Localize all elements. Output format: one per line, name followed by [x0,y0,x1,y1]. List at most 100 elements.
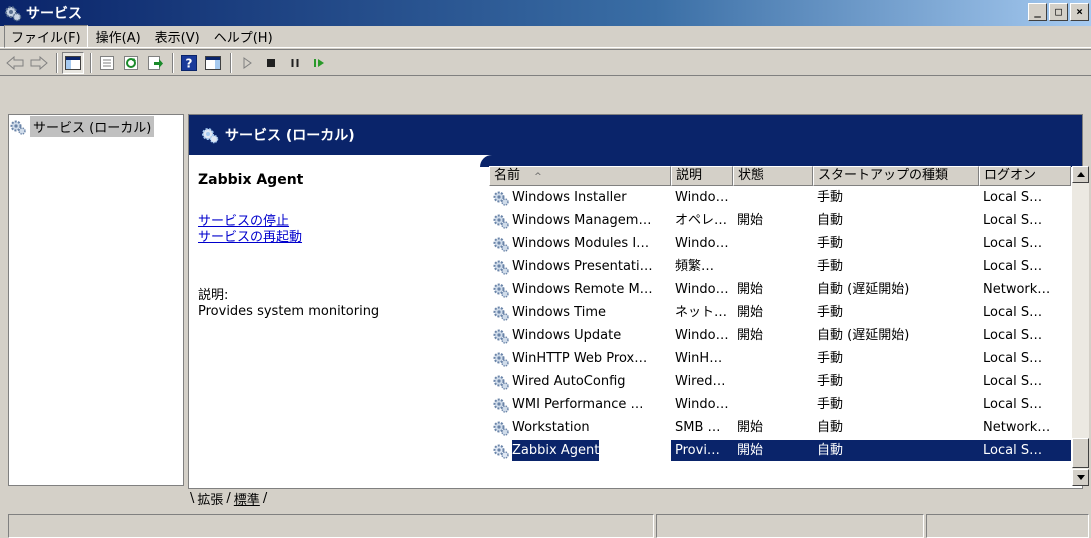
export-list-button[interactable] [144,52,166,74]
scroll-up-button[interactable] [1072,166,1089,183]
service-gear-icon [493,352,509,367]
menu-bar: ファイル(F) 操作(A) 表示(V) ヘルプ(H) [0,25,1091,48]
cell-logon: Network… [983,420,1051,435]
cell-startup: 自動 (遅延開始) [817,328,910,343]
service-gear-icon [493,306,509,321]
forward-button[interactable] [28,52,50,74]
tab-standard[interactable]: 標準 [231,489,263,508]
table-row[interactable]: Wired AutoConfig Wired… 手動 Local S… [489,370,1071,393]
service-name: Zabbix Agent [512,440,600,461]
column-header-name[interactable]: 名前 ^ [489,166,671,186]
table-row[interactable]: Workstation SMB … 開始 自動 Network… [489,416,1071,439]
scrollbar-thumb[interactable] [1072,438,1089,468]
tab-divider: / [262,490,268,506]
service-gear-icon [493,260,509,275]
column-header-status[interactable]: 状態 [733,166,813,186]
menu-help[interactable]: ヘルプ(H) [208,26,279,47]
cell-desc: Windo… [675,190,729,205]
pane-header: サービス (ローカル) [189,115,1082,155]
service-name: Windows Modules I… [512,236,650,251]
show-hide-tree-button[interactable] [62,51,84,74]
cell-status [733,371,813,392]
service-name: Windows Managem… [512,213,652,228]
column-header-startup-type[interactable]: スタートアップの種類 [813,166,979,186]
cell-logon: Local S… [983,213,1043,228]
cell-logon: Network… [983,282,1051,297]
cell-name: Windows Time [489,302,671,323]
pause-service-button[interactable] [284,52,306,74]
cell-startup: 手動 [817,397,844,412]
table-row[interactable]: Windows Remote M… Windo… 開始 自動 (遅延開始) Networ… [489,278,1071,301]
cell-name: Windows Presentati… [489,256,671,277]
toolbar-separator [56,52,58,73]
column-header-description[interactable]: 説明 [671,166,733,186]
minimize-button[interactable]: _ [1028,3,1047,21]
cell-desc: Windo… [675,236,729,251]
cell-desc: オペレ… [675,213,728,228]
table-row[interactable]: Windows Time ネット… 開始 手動 Local S… [489,301,1071,324]
start-service-button[interactable] [236,52,258,74]
cell-status [733,394,813,415]
cell-startup: 手動 [817,190,844,205]
tree-node-services-local[interactable]: サービス (ローカル) [10,116,155,137]
cell-startup: 手動 [817,351,844,366]
close-button[interactable]: × [1070,3,1089,21]
back-button[interactable] [4,52,26,74]
stop-service-button[interactable] [260,52,282,74]
forward-icon [30,55,48,70]
start-service-icon [243,56,252,69]
properties-button[interactable] [96,52,118,74]
table-row[interactable]: Zabbix Agent Provi… 開始 自動 Local S… [489,439,1071,462]
back-icon [6,55,24,70]
service-name: Wired AutoConfig [512,374,626,389]
cell-startup: 手動 [817,236,844,251]
table-row[interactable]: Windows Installer Windo… 手動 Local S… [489,186,1071,209]
service-name: Windows Remote M… [512,282,653,297]
cell-name: Workstation [489,417,671,438]
menu-view[interactable]: 表示(V) [149,26,206,47]
cell-startup: 手動 [817,305,844,320]
toolbar-separator [230,52,232,73]
show-action-pane-button[interactable] [202,52,224,74]
stop-service-link[interactable]: サービスの停止 [198,214,478,230]
table-row[interactable]: WMI Performance … Windo… 手動 Local S… [489,393,1071,416]
help-button[interactable]: ? [178,52,200,74]
cell-desc: Wired… [675,374,726,389]
pane-header-title: サービス (ローカル) [225,128,355,144]
toolbar-separator [172,52,174,73]
cell-status [733,256,813,277]
menu-action[interactable]: 操作(A) [90,26,147,47]
refresh-button[interactable] [120,52,142,74]
table-row[interactable]: WinHTTP Web Prox… WinH… 手動 Local S… [489,347,1071,370]
status-bar [0,514,1091,538]
table-row[interactable]: Windows Presentati… 頻繁… 手動 Local S… [489,255,1071,278]
service-gear-icon [493,375,509,390]
cell-status: 開始 [737,213,764,228]
description-label: 説明: [198,288,229,303]
vertical-scrollbar[interactable] [1072,166,1089,486]
service-description-panel: Zabbix Agent サービスの停止 サービスの再起動 説明: Provid… [198,172,478,320]
restart-service-button[interactable] [308,52,330,74]
service-gear-icon [493,398,509,413]
service-name: WMI Performance … [512,397,644,412]
column-header-logon[interactable]: ログオン [979,166,1071,186]
restart-service-link[interactable]: サービスの再起動 [198,230,478,246]
export-list-icon [148,55,163,70]
cell-logon: Local S… [983,328,1043,343]
tab-extended[interactable]: 拡張 [194,489,226,508]
table-row[interactable]: Windows Managem… オペレ… 開始 自動 Local S… [489,209,1071,232]
service-name: Windows Update [512,328,622,343]
selected-service-name: Zabbix Agent [198,172,304,188]
service-gear-icon [493,214,509,229]
table-row[interactable]: Windows Modules I… Windo… 手動 Local S… [489,232,1071,255]
cell-name: Windows Managem… [489,210,671,231]
table-row[interactable]: Windows Update Windo… 開始 自動 (遅延開始) Local S… [489,324,1071,347]
cell-desc: Windo… [675,328,729,343]
description-text: Provides system monitoring [198,304,380,319]
help-icon: ? [181,54,197,71]
menu-file[interactable]: ファイル(F) [4,25,88,48]
maximize-button[interactable]: □ [1049,3,1068,21]
restart-service-icon [314,58,324,67]
cell-logon: Local S… [979,440,1071,461]
scroll-down-button[interactable] [1072,469,1089,486]
